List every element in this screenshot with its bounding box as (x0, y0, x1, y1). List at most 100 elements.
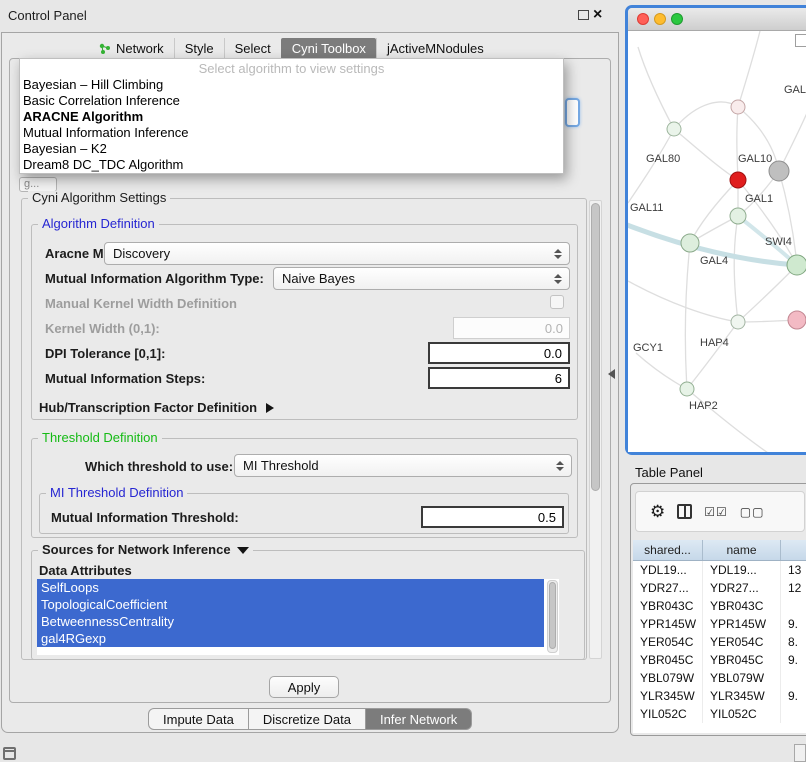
network-node-label: GAL4 (700, 255, 728, 267)
kernel-width-input[interactable]: 0.0 (453, 317, 570, 339)
attribute-list-item[interactable]: SelfLoops (37, 579, 544, 596)
table-cell (781, 705, 806, 723)
network-node[interactable] (788, 311, 806, 329)
settings-scrollbar[interactable] (589, 200, 602, 659)
group-title-threshold-definition: Threshold Definition (38, 431, 162, 445)
table-row[interactable]: YIL052CYIL052C (633, 705, 806, 723)
table-row[interactable]: YDL19...YDL19...13 (633, 561, 806, 579)
tab-label: Select (235, 41, 271, 56)
table-cell: YER054C (703, 633, 781, 651)
sources-section-toggle[interactable]: Sources for Network Inference (38, 542, 253, 558)
zoom-traffic-light-icon[interactable] (671, 13, 683, 25)
column-header[interactable]: shared... (633, 540, 703, 560)
data-attributes-label: Data Attributes (39, 563, 132, 579)
tab-infer-network[interactable]: Infer Network (366, 708, 472, 730)
tab-network[interactable]: Network (88, 38, 174, 59)
table-row[interactable]: YPR145WYPR145W9. (633, 615, 806, 633)
panel-dock-icon[interactable] (3, 747, 16, 760)
table-panel-title: Table Panel (635, 465, 703, 480)
column-header[interactable]: name (703, 540, 781, 560)
network-node[interactable] (680, 382, 694, 396)
network-node[interactable] (730, 208, 746, 224)
tab-label: Style (185, 41, 214, 56)
aracne-mode-select[interactable]: Discovery (104, 242, 570, 265)
apply-button[interactable]: Apply (269, 676, 339, 698)
scrollbar-thumb[interactable] (591, 203, 600, 491)
table-cell: YPR145W (633, 615, 703, 633)
deselect-all-checkboxes-icon[interactable]: ▢▢ (740, 505, 765, 519)
mi-type-select[interactable]: Naive Bayes (273, 267, 570, 290)
network-node-label: GAL1 (745, 193, 773, 205)
tab-strip: Network Style Select Cyni Toolbox jActiv… (88, 38, 494, 59)
network-window-titlebar[interactable] (628, 8, 806, 31)
algorithm-popup-item[interactable]: Bayesian – Hill Climbing (20, 77, 563, 93)
attribute-list-item[interactable]: gal4RGexp (37, 630, 544, 647)
table-cell: YBR045C (633, 651, 703, 669)
network-graph: GALGAL80GAL10GAL11GAL1SWI4GAL4GCY1HAP4HA… (628, 31, 806, 452)
combo-focus-fragment[interactable] (565, 98, 580, 127)
which-threshold-select[interactable]: MI Threshold (234, 454, 572, 477)
table-row[interactable]: YDR27...YDR27...12 (633, 579, 806, 597)
desktop: Control Panel × Network Style Select Cyn… (0, 0, 806, 762)
tab-discretize-data[interactable]: Discretize Data (249, 708, 366, 730)
tab-impute-data[interactable]: Impute Data (148, 708, 249, 730)
table-row[interactable]: YBR043CYBR043C (633, 597, 806, 615)
network-node[interactable] (787, 255, 806, 275)
algorithm-popup-item[interactable]: ARACNE Algorithm (20, 109, 563, 125)
table-body: YDL19...YDL19...13YDR27...YDR27...12YBR0… (633, 561, 806, 723)
network-node[interactable] (730, 172, 746, 188)
mi-threshold-label: Mutual Information Threshold: (51, 510, 239, 526)
hub-section-toggle[interactable]: Hub/Transcription Factor Definition (39, 400, 274, 416)
manual-kernel-width-checkbox[interactable] (550, 295, 564, 309)
network-node[interactable] (667, 122, 681, 136)
float-window-icon[interactable] (578, 10, 589, 20)
group-title-algorithm-definition: Algorithm Definition (38, 217, 159, 231)
network-view-window: GALGAL80GAL10GAL11GAL1SWI4GAL4GCY1HAP4HA… (625, 5, 806, 455)
dpi-tolerance-input[interactable]: 0.0 (428, 342, 570, 364)
columns-icon[interactable] (677, 504, 692, 519)
select-all-checkboxes-icon[interactable]: ☑☑ (704, 505, 728, 519)
gear-icon[interactable]: ⚙ (650, 503, 665, 520)
minimize-traffic-light-icon[interactable] (654, 13, 666, 25)
attribute-list-item[interactable]: BetweennessCentrality (37, 613, 544, 630)
algorithm-popup-item[interactable]: Bayesian – K2 (20, 141, 563, 157)
tab-select[interactable]: Select (224, 38, 281, 59)
attributes-scrollbar[interactable] (547, 580, 558, 653)
data-attributes-list[interactable]: SelfLoopsTopologicalCoefficientBetweenne… (37, 579, 559, 655)
algorithm-dropdown-popup: Select algorithm to view settings Bayesi… (19, 58, 564, 174)
table-cell: YER054C (633, 633, 703, 651)
network-node[interactable] (681, 234, 699, 252)
network-node-label: SWI4 (765, 236, 792, 248)
table-cell: YBR043C (703, 597, 781, 615)
algorithm-popup-item[interactable]: Dream8 DC_TDC Algorithm (20, 157, 563, 173)
table-cell: YDL19... (703, 561, 781, 579)
close-traffic-light-icon[interactable] (637, 13, 649, 25)
attribute-list-item[interactable]: TopologicalCoefficient (37, 596, 544, 613)
network-node[interactable] (731, 315, 745, 329)
tab-jactivemnodules[interactable]: jActiveMNodules (376, 38, 494, 59)
network-node-label: GCY1 (633, 342, 663, 354)
table-cell: YPR145W (703, 615, 781, 633)
network-canvas[interactable]: GALGAL80GAL10GAL11GAL1SWI4GAL4GCY1HAP4HA… (628, 31, 806, 452)
mi-threshold-input[interactable]: 0.5 (421, 506, 564, 528)
table-row[interactable]: YBL079WYBL079W (633, 669, 806, 687)
network-node-label: GAL (784, 84, 806, 96)
table-row[interactable]: YLR345WYLR345W9. (633, 687, 806, 705)
tab-style[interactable]: Style (174, 38, 224, 59)
table-row[interactable]: YBR045CYBR045C9. (633, 651, 806, 669)
mi-steps-label: Mutual Information Steps: (45, 371, 205, 387)
mi-steps-input[interactable]: 6 (428, 367, 570, 389)
chevron-up-down-icon (554, 455, 566, 476)
scrollbar-thumb[interactable] (549, 582, 556, 649)
tab-cyni-toolbox[interactable]: Cyni Toolbox (281, 38, 376, 59)
manual-kernel-label: Manual Kernel Width Definition (45, 296, 237, 312)
algorithm-popup-item[interactable]: Mutual Information Inference (20, 125, 563, 141)
table-cell: 12 (781, 579, 806, 597)
collapse-left-icon[interactable] (608, 369, 615, 379)
column-header[interactable] (781, 540, 806, 560)
scrollbar-corner (795, 34, 806, 47)
close-icon[interactable]: × (593, 5, 602, 25)
algorithm-popup-item[interactable]: Basic Correlation Inference (20, 93, 563, 109)
table-row[interactable]: YER054CYER054C8. (633, 633, 806, 651)
network-node[interactable] (731, 100, 745, 114)
